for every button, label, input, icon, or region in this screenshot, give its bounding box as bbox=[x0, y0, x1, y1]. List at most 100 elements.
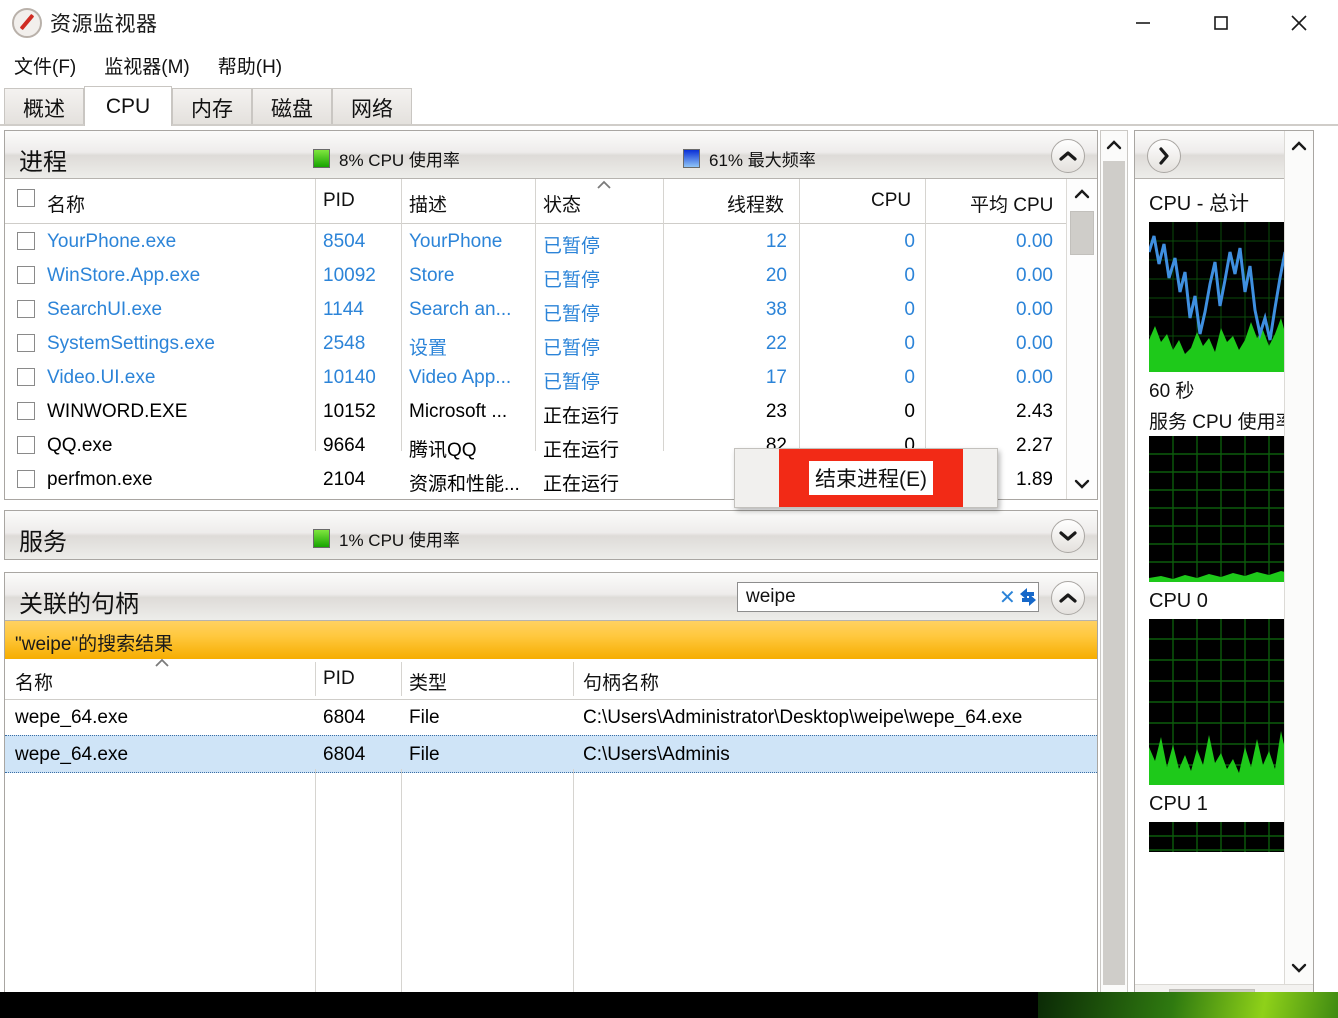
tab-network[interactable]: 网络 bbox=[332, 88, 412, 126]
table-row[interactable]: Video.UI.exe10140Video App...已暂停1700.00 bbox=[5, 360, 1097, 394]
max-frequency-meter: 61% 最大频率 bbox=[683, 146, 816, 171]
handle-cell-type: File bbox=[409, 744, 440, 766]
menu-help[interactable]: 帮助(H) bbox=[204, 52, 296, 79]
handle-cell-name: wepe_64.exe bbox=[15, 744, 128, 766]
scroll-thumb[interactable] bbox=[1070, 211, 1094, 255]
chevron-down-icon bbox=[1291, 963, 1307, 973]
processes-title: 进程 bbox=[19, 142, 67, 177]
table-row[interactable]: wepe_64.exe 6804 File C:\Users\Administrato… bbox=[5, 699, 1097, 735]
cpu-usage-label: 8% CPU 使用率 bbox=[339, 146, 460, 171]
process-list-scrollbar[interactable] bbox=[1066, 179, 1097, 499]
handle-cell-pid: 6804 bbox=[323, 744, 365, 766]
search-arrows-icon[interactable] bbox=[1016, 586, 1040, 608]
sidebar-scroll-down-button[interactable] bbox=[1285, 953, 1313, 983]
max-frequency-label: 61% 最大频率 bbox=[709, 146, 816, 171]
table-row[interactable]: SystemSettings.exe2548设置已暂停2200.00 bbox=[5, 326, 1097, 360]
col-desc[interactable]: 描述 bbox=[409, 190, 447, 217]
handles-title: 关联的句柄 bbox=[19, 584, 139, 619]
sort-ascending-icon bbox=[153, 655, 171, 672]
table-row[interactable]: WINWORD.EXE10152Microsoft ...正在运行2302.43 bbox=[5, 394, 1097, 428]
sidebar-scroll-up-button[interactable] bbox=[1285, 131, 1313, 161]
processes-panel-header[interactable]: 进程 8% CPU 使用率 61% 最大频率 bbox=[5, 131, 1097, 179]
search-input[interactable] bbox=[738, 586, 999, 608]
cell-avg: 2.43 bbox=[5, 401, 1053, 423]
col-threads[interactable]: 线程数 bbox=[727, 190, 784, 217]
search-result-label: "weipe"的搜索结果 bbox=[15, 629, 173, 656]
clear-search-icon[interactable]: ✕ bbox=[999, 585, 1016, 610]
main-scrollbar[interactable] bbox=[1100, 130, 1128, 1016]
handles-panel: 关联的句柄 ✕ " bbox=[4, 572, 1098, 1016]
col-name[interactable]: 名称 bbox=[47, 190, 85, 217]
table-row[interactable]: SearchUI.exe1144Search an...已暂停3800.00 bbox=[5, 292, 1097, 326]
handle-cell-handle: C:\Users\Administrator\Desktop\weipe\wep… bbox=[583, 707, 1022, 729]
chevron-down-icon bbox=[1074, 479, 1090, 489]
handle-col-pid[interactable]: PID bbox=[323, 668, 355, 690]
col-avgcpu[interactable]: 平均 CPU bbox=[970, 190, 1053, 217]
handle-cell-type: File bbox=[409, 707, 440, 729]
chevron-up-icon bbox=[1059, 592, 1077, 604]
main-scroll-thumb[interactable] bbox=[1103, 161, 1125, 985]
table-row[interactable]: YourPhone.exe8504YourPhone已暂停1200.00 bbox=[5, 224, 1097, 258]
services-expand-button[interactable] bbox=[1051, 519, 1085, 553]
handles-collapse-button[interactable] bbox=[1051, 581, 1085, 615]
handles-panel-header[interactable]: 关联的句柄 ✕ bbox=[5, 573, 1097, 621]
handle-col-handle[interactable]: 句柄名称 bbox=[583, 668, 659, 695]
context-menu[interactable]: 结束进程(E) bbox=[734, 448, 998, 508]
menu-monitor[interactable]: 监视器(M) bbox=[90, 52, 203, 79]
handle-cell-pid: 6804 bbox=[323, 707, 365, 729]
handle-table-header: 名称 PID 类型 句柄名称 bbox=[5, 659, 1097, 700]
cpu-tab-content: 进程 8% CPU 使用率 61% 最大频率 名称 PID bbox=[4, 130, 1098, 1016]
services-panel: 服务 1% CPU 使用率 bbox=[4, 510, 1098, 560]
handle-col-name[interactable]: 名称 bbox=[15, 668, 53, 695]
menu-file[interactable]: 文件(F) bbox=[0, 52, 90, 79]
scroll-down-button[interactable] bbox=[1067, 469, 1097, 499]
graphs-sidebar: CPU - 总计 60 秒 服务 CPU 使用率 bbox=[1134, 130, 1314, 1016]
resource-monitor-window: 资源监视器 文件(F) 监视器(M) 帮助(H) 概述 CPU 内存 磁盘 网络 bbox=[0, 0, 1338, 1018]
resource-monitor-icon bbox=[12, 8, 42, 38]
cell-avg: 0.00 bbox=[5, 265, 1053, 287]
sidebar-scrollbar[interactable] bbox=[1284, 131, 1313, 1015]
processes-collapse-button[interactable] bbox=[1051, 139, 1085, 173]
col-pid[interactable]: PID bbox=[323, 190, 355, 212]
minimize-icon[interactable] bbox=[1104, 0, 1182, 46]
services-panel-header[interactable]: 服务 1% CPU 使用率 bbox=[5, 511, 1097, 559]
main-scroll-up-button[interactable] bbox=[1101, 131, 1127, 159]
handle-col-type[interactable]: 类型 bbox=[409, 668, 447, 695]
cell-avg: 0.00 bbox=[5, 333, 1053, 355]
select-all-checkbox[interactable] bbox=[17, 189, 35, 207]
chevron-up-icon bbox=[1106, 140, 1122, 150]
handle-search-box[interactable]: ✕ bbox=[737, 582, 1039, 612]
context-menu-item-label: 结束进程(E) bbox=[809, 461, 933, 495]
handle-cell-name: wepe_64.exe bbox=[15, 707, 128, 729]
tab-overview[interactable]: 概述 bbox=[4, 88, 84, 126]
sort-ascending-icon bbox=[595, 179, 613, 194]
table-row[interactable]: wepe_64.exe 6804 File C:\Users\Adminis bbox=[5, 735, 1097, 773]
col-cpu[interactable]: CPU bbox=[871, 190, 911, 212]
scroll-up-button[interactable] bbox=[1067, 179, 1097, 209]
services-cpu-label: 1% CPU 使用率 bbox=[339, 526, 460, 551]
sidebar-expand-button[interactable] bbox=[1147, 139, 1181, 173]
handle-cell-handle: C:\Users\Adminis bbox=[583, 744, 730, 766]
tab-strip: 概述 CPU 内存 磁盘 网络 bbox=[0, 86, 1338, 126]
background-window-strip bbox=[0, 992, 1338, 1018]
tab-cpu[interactable]: CPU bbox=[84, 86, 172, 126]
background-wallpaper bbox=[1038, 992, 1338, 1018]
maximize-icon[interactable] bbox=[1182, 0, 1260, 46]
chevron-right-icon bbox=[1158, 147, 1170, 165]
window-title: 资源监视器 bbox=[50, 8, 158, 38]
window-controls bbox=[1104, 0, 1338, 46]
close-icon[interactable] bbox=[1260, 0, 1338, 46]
processes-panel: 进程 8% CPU 使用率 61% 最大频率 名称 PID bbox=[4, 130, 1098, 500]
green-swatch-icon bbox=[313, 529, 330, 548]
context-menu-item-end-process[interactable]: 结束进程(E) bbox=[779, 449, 963, 507]
green-swatch-icon bbox=[313, 149, 330, 168]
tab-memory[interactable]: 内存 bbox=[172, 88, 252, 126]
chevron-up-icon bbox=[1291, 141, 1307, 151]
cell-avg: 0.00 bbox=[5, 231, 1053, 253]
process-table-header: 名称 PID 描述 状态 线程数 CPU 平均 CPU bbox=[5, 179, 1097, 224]
tab-disk[interactable]: 磁盘 bbox=[252, 88, 332, 126]
blue-swatch-icon bbox=[683, 149, 700, 168]
col-status[interactable]: 状态 bbox=[543, 190, 581, 217]
table-row[interactable]: WinStore.App.exe10092Store已暂停2000.00 bbox=[5, 258, 1097, 292]
chevron-up-icon bbox=[1059, 150, 1077, 162]
